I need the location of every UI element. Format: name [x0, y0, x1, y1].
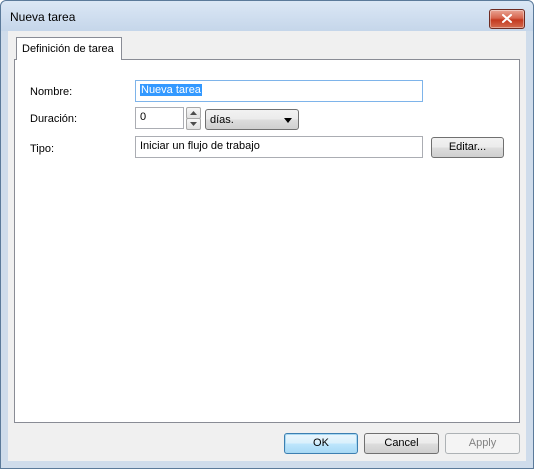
spin-down-button[interactable]	[186, 118, 201, 130]
duracion-unit-select[interactable]: días.	[205, 109, 299, 130]
close-button[interactable]	[489, 9, 525, 29]
tipo-label: Tipo:	[30, 143, 55, 155]
tipo-input[interactable]: Iniciar un flujo de trabajo	[135, 136, 423, 158]
nombre-value: Nueva tarea	[140, 84, 202, 96]
tipo-value: Iniciar un flujo de trabajo	[140, 140, 260, 152]
apply-button[interactable]: Apply	[445, 433, 520, 454]
arrow-down-icon	[190, 122, 197, 126]
ok-button[interactable]: OK	[284, 433, 358, 454]
duracion-value: 0	[140, 111, 147, 123]
dialog-client-area: Definición de tarea Nombre: Nueva tarea …	[8, 31, 526, 461]
title-bar[interactable]: Nueva tarea	[1, 1, 533, 31]
chevron-down-icon	[284, 118, 292, 123]
close-icon	[502, 14, 512, 23]
arrow-up-icon	[190, 111, 197, 115]
duracion-unit-value: días.	[210, 114, 234, 126]
duracion-input[interactable]: 0	[135, 107, 184, 129]
tab-label: Definición de tarea	[22, 43, 114, 55]
nombre-input[interactable]: Nueva tarea	[135, 80, 423, 102]
nombre-label: Nombre:	[30, 86, 73, 98]
cancel-button[interactable]: Cancel	[364, 433, 439, 454]
dialog-window: Nueva tarea Definición de tarea Nombre: …	[0, 0, 534, 469]
duracion-label: Duración:	[30, 113, 78, 125]
tab-definicion-de-tarea[interactable]: Definición de tarea	[16, 37, 122, 60]
editar-button[interactable]: Editar...	[431, 137, 504, 158]
duracion-spinner	[186, 107, 201, 130]
tab-panel: Nombre: Nueva tarea Duración: 0 días. Ti…	[14, 59, 520, 423]
window-title: Nueva tarea	[10, 10, 76, 24]
